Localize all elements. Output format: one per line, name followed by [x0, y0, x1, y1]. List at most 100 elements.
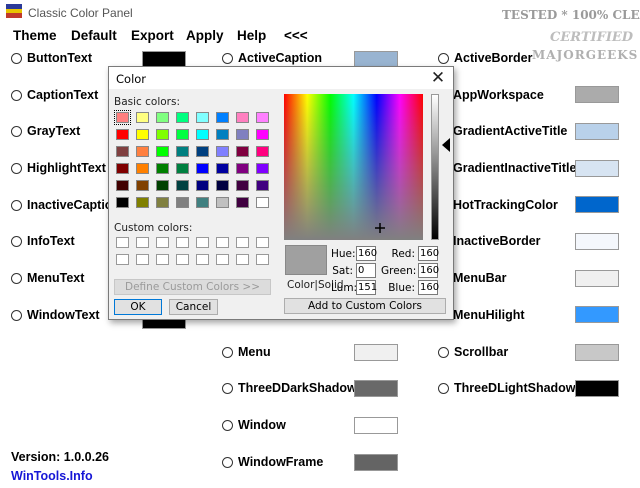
option-gradientactivetitle[interactable]: GradientActiveTitle: [453, 121, 567, 141]
radio-button[interactable]: [222, 346, 233, 358]
basic-color-swatch[interactable]: [136, 197, 149, 208]
add-to-custom-colors-button[interactable]: Add to Custom Colors: [284, 298, 446, 314]
basic-color-swatch[interactable]: [216, 163, 229, 174]
radio-button[interactable]: [11, 125, 22, 137]
basic-color-swatch[interactable]: [116, 146, 129, 157]
basic-color-swatch[interactable]: [216, 180, 229, 191]
basic-color-swatch[interactable]: [176, 197, 189, 208]
basic-color-swatch[interactable]: [256, 163, 269, 174]
basic-color-swatch[interactable]: [236, 180, 249, 191]
basic-color-swatch[interactable]: [236, 129, 249, 140]
basic-color-swatch[interactable]: [196, 163, 209, 174]
swatch-threedlightshadow[interactable]: [575, 380, 619, 397]
basic-color-swatch[interactable]: [156, 112, 169, 123]
basic-color-swatch[interactable]: [176, 129, 189, 140]
custom-color-swatch[interactable]: [136, 254, 149, 265]
custom-color-swatch[interactable]: [116, 237, 129, 248]
basic-color-swatch[interactable]: [114, 110, 131, 125]
option-window[interactable]: Window: [222, 415, 286, 435]
green-input[interactable]: 160: [418, 263, 439, 278]
radio-button[interactable]: [11, 52, 22, 64]
custom-color-swatch[interactable]: [196, 254, 209, 265]
basic-color-swatch[interactable]: [236, 112, 249, 123]
swatch-inactiveborder[interactable]: [575, 233, 619, 250]
lum-input[interactable]: 151: [356, 280, 377, 295]
radio-button[interactable]: [438, 382, 449, 394]
basic-color-swatch[interactable]: [256, 129, 269, 140]
basic-color-swatch[interactable]: [236, 146, 249, 157]
blue-input[interactable]: 160: [418, 280, 439, 295]
option-windowframe[interactable]: WindowFrame: [222, 452, 323, 472]
basic-color-swatch[interactable]: [116, 129, 129, 140]
swatch-menuhilight[interactable]: [575, 306, 619, 323]
option-highlighttext[interactable]: HighlightText: [11, 158, 106, 178]
option-inactivecaption[interactable]: InactiveCaption: [11, 195, 120, 215]
option-menu[interactable]: Menu: [222, 342, 271, 362]
option-buttontext[interactable]: ButtonText: [11, 48, 92, 68]
basic-color-swatch[interactable]: [196, 129, 209, 140]
basic-color-swatch[interactable]: [136, 180, 149, 191]
basic-color-swatch[interactable]: [196, 180, 209, 191]
basic-color-swatch[interactable]: [176, 163, 189, 174]
option-threeddarkshadow[interactable]: ThreeDDarkShadow: [222, 378, 357, 398]
basic-color-swatch[interactable]: [256, 197, 269, 208]
luminance-arrow-icon[interactable]: [442, 138, 450, 152]
basic-color-swatch[interactable]: [156, 197, 169, 208]
basic-color-swatch[interactable]: [116, 163, 129, 174]
custom-color-swatch[interactable]: [156, 237, 169, 248]
basic-color-swatch[interactable]: [136, 146, 149, 157]
basic-color-swatch[interactable]: [136, 112, 149, 123]
option-infotext[interactable]: InfoText: [11, 231, 75, 251]
custom-color-swatch[interactable]: [196, 237, 209, 248]
radio-button[interactable]: [222, 419, 233, 431]
basic-color-swatch[interactable]: [256, 146, 269, 157]
swatch-gradientactivetitle[interactable]: [575, 123, 619, 140]
radio-button[interactable]: [438, 346, 449, 358]
menu-default[interactable]: Default: [71, 28, 117, 43]
option-hottrackingcolor[interactable]: HotTrackingColor: [453, 195, 558, 215]
basic-color-swatch[interactable]: [116, 180, 129, 191]
basic-color-swatch[interactable]: [196, 146, 209, 157]
hue-input[interactable]: 160: [356, 246, 377, 261]
radio-button[interactable]: [222, 456, 233, 468]
radio-button[interactable]: [11, 235, 22, 247]
radio-button[interactable]: [438, 52, 449, 64]
radio-button[interactable]: [11, 272, 22, 284]
swatch-gradientinactivetitle[interactable]: [575, 160, 619, 177]
custom-color-swatch[interactable]: [216, 254, 229, 265]
custom-color-swatch[interactable]: [256, 254, 269, 265]
basic-color-swatch[interactable]: [256, 112, 269, 123]
swatch-scrollbar[interactable]: [575, 344, 619, 361]
option-menubar[interactable]: MenuBar: [453, 268, 506, 288]
custom-color-swatch[interactable]: [216, 237, 229, 248]
custom-color-swatch[interactable]: [176, 254, 189, 265]
custom-color-swatch[interactable]: [116, 254, 129, 265]
color-spectrum[interactable]: [284, 94, 423, 240]
radio-button[interactable]: [11, 309, 22, 321]
option-appworkspace[interactable]: AppWorkspace: [453, 85, 544, 105]
swatch-menubar[interactable]: [575, 270, 619, 287]
menu-theme[interactable]: Theme: [13, 28, 57, 43]
wintools-link[interactable]: WinTools.Info: [11, 469, 93, 483]
swatch-hottrackingcolor[interactable]: [575, 196, 619, 213]
basic-color-swatch[interactable]: [176, 146, 189, 157]
radio-button[interactable]: [222, 382, 233, 394]
close-icon[interactable]: ✕: [427, 67, 449, 89]
radio-button[interactable]: [11, 199, 22, 211]
option-menutext[interactable]: MenuText: [11, 268, 84, 288]
basic-color-swatch[interactable]: [156, 129, 169, 140]
basic-color-swatch[interactable]: [216, 112, 229, 123]
basic-color-swatch[interactable]: [196, 197, 209, 208]
option-graytext[interactable]: GrayText: [11, 121, 80, 141]
basic-color-swatch[interactable]: [116, 197, 129, 208]
basic-color-swatch[interactable]: [156, 163, 169, 174]
radio-button[interactable]: [11, 162, 22, 174]
option-threedlightshadow[interactable]: ThreeDLightShadow: [438, 378, 576, 398]
basic-color-swatch[interactable]: [256, 180, 269, 191]
swatch-threeddarkshadow[interactable]: [354, 380, 398, 397]
menu-apply[interactable]: Apply: [186, 28, 224, 43]
cancel-button[interactable]: Cancel: [169, 299, 218, 315]
custom-color-swatch[interactable]: [136, 237, 149, 248]
custom-color-swatch[interactable]: [256, 237, 269, 248]
option-scrollbar[interactable]: Scrollbar: [438, 342, 508, 362]
